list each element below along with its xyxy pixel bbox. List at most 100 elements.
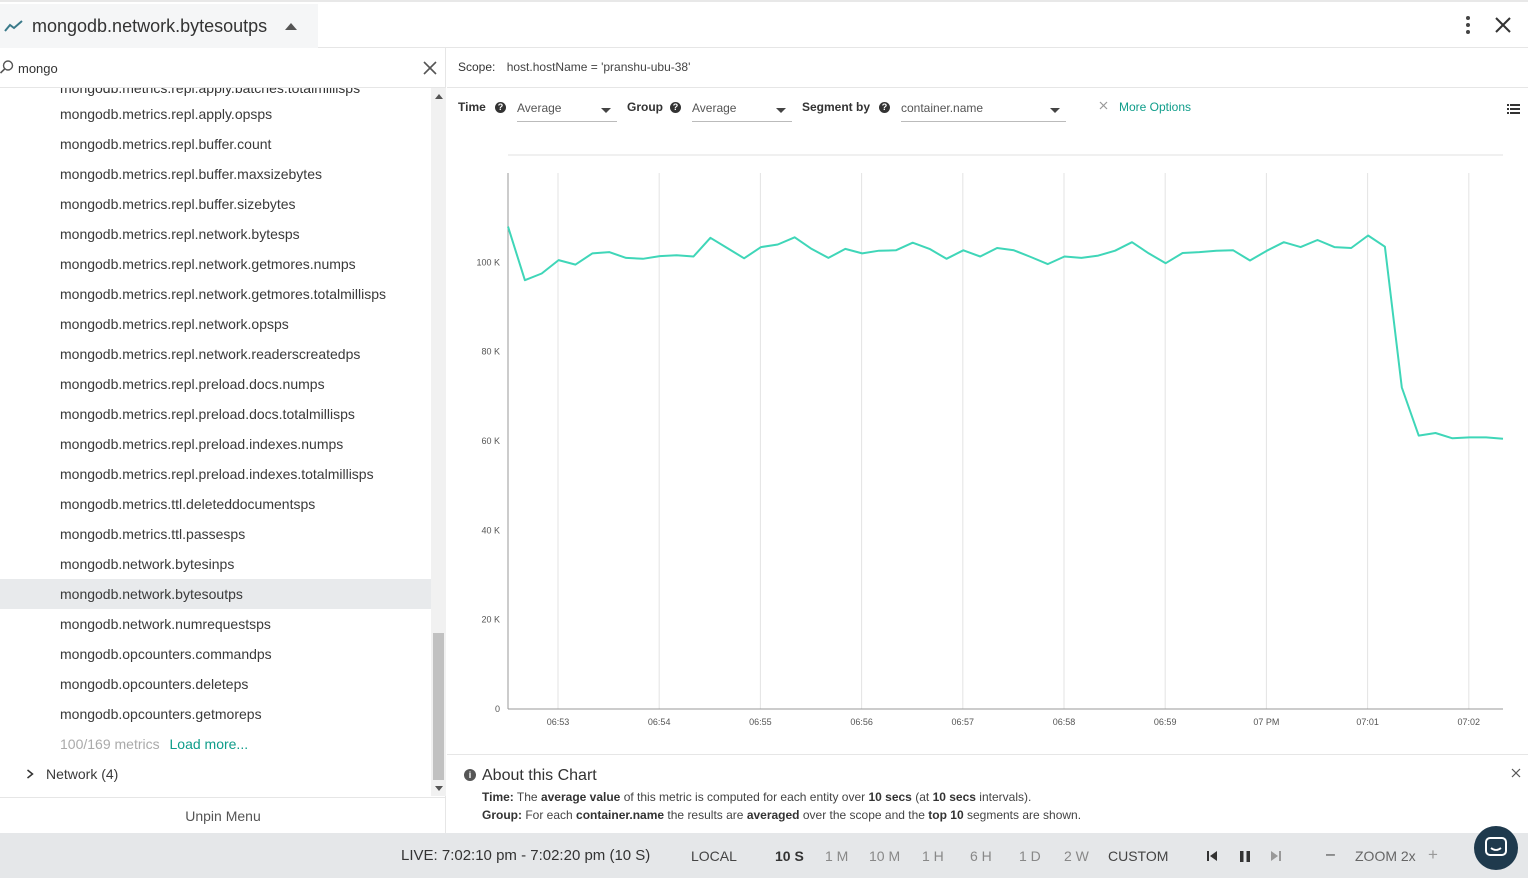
about-text: (at [915,790,930,804]
scope-value[interactable]: host.hostName = 'pranshu-ubu-38' [507,60,691,74]
x-tick-label: 07:02 [1458,717,1481,727]
timezone-local-button[interactable]: LOCAL [691,848,737,864]
x-tick-label: 06:59 [1154,717,1177,727]
metric-title-tab[interactable]: mongodb.network.bytesoutps [0,4,318,48]
about-text: the results are [667,808,744,822]
list-item[interactable]: mongodb.metrics.repl.buffer.count [0,129,431,159]
list-item[interactable]: mongodb.opcounters.getmoreps [0,699,431,729]
scroll-thumb[interactable] [433,633,444,780]
list-item[interactable]: mongodb.metrics.repl.preload.indexes.tot… [0,459,431,489]
trend-line-icon [4,20,23,32]
caret-up-icon[interactable] [285,22,298,30]
kebab-menu-icon[interactable] [1462,16,1474,36]
y-tick-label: 20 K [481,615,500,625]
list-item[interactable]: mongodb.metrics.ttl.deleteddocumentsps [0,489,431,519]
clear-icon[interactable] [423,61,437,75]
load-more-row: 100/169 metrics Load more... [60,729,248,759]
list-item[interactable]: mongodb.metrics.repl.network.opsps [0,309,431,339]
help-icon[interactable]: ? [670,102,681,113]
about-text: segments are shown. [966,808,1082,822]
pause-icon[interactable] [1240,851,1250,862]
x-tick-label: 06:55 [749,717,772,727]
range-1d-button[interactable]: 1 D [1019,848,1041,864]
clear-segment-icon[interactable] [1099,101,1108,110]
y-tick-label: 40 K [481,525,500,535]
about-text: over the scope and the [802,808,925,822]
help-icon[interactable]: ? [879,102,890,113]
group-network[interactable]: Network (4) [0,759,431,789]
list-item[interactable]: mongodb.metrics.ttl.passesps [0,519,431,549]
range-1m-button[interactable]: 1 M [825,848,848,864]
time-aggregation-select[interactable]: Average [517,96,617,122]
list-item[interactable]: mongodb.metrics.repl.buffer.sizebytes [0,189,431,219]
list-item[interactable]: mongodb.metrics.repl.preload.indexes.num… [0,429,431,459]
scroll-down-icon[interactable] [435,786,443,791]
scroll-up-icon[interactable] [435,94,443,99]
sidebar-scrollbar[interactable] [431,88,446,796]
segment-by-select[interactable]: container.name [901,96,1066,122]
group-label: Network (4) [46,766,119,782]
range-6h-button[interactable]: 6 H [970,848,992,864]
chat-launcher-button[interactable] [1474,826,1518,870]
skip-forward-icon[interactable] [1271,851,1282,861]
about-time-line: Time: The average value of this metric i… [482,790,1031,804]
range-custom-button[interactable]: CUSTOM [1108,848,1168,864]
list-item[interactable]: mongodb.opcounters.deleteps [0,669,431,699]
about-chart-panel: i About this Chart Time: The average val… [447,754,1528,834]
segment-by-value: container.name [901,101,984,115]
info-icon: i [464,769,476,781]
range-2w-button[interactable]: 2 W [1064,848,1089,864]
about-text: For each [525,808,573,822]
series-line[interactable] [507,226,1504,440]
range-10s-button[interactable]: 10 S [775,848,804,864]
chat-icon [1485,837,1507,856]
list-item[interactable]: mongodb.metrics.repl.network.bytesps [0,219,431,249]
close-icon[interactable] [1494,16,1512,34]
about-emph: average value [540,790,621,804]
list-item[interactable]: mongodb.metrics.repl.preload.docs.numps [0,369,431,399]
skip-back-icon[interactable] [1207,851,1218,861]
help-icon[interactable]: ? [495,102,506,113]
group-aggregation-value: Average [692,101,737,115]
segment-by-label: Segment by [802,100,871,114]
dropdown-arrow-icon [1050,108,1060,113]
about-text: of this metric is computed for each enti… [623,790,866,804]
time-range-bar: LIVE: 7:02:10 pm - 7:02:20 pm (10 S) LOC… [0,826,1528,878]
list-item[interactable]: mongodb.metrics.repl.apply.opsps [0,99,431,129]
unpin-menu-button[interactable]: Unpin Menu [0,797,446,833]
group-aggregation-select[interactable]: Average [692,96,792,122]
list-item[interactable]: mongodb.metrics.repl.preload.docs.totalm… [0,399,431,429]
x-tick-label: 06:58 [1053,717,1076,727]
close-about-icon[interactable] [1511,768,1521,778]
about-emph: container.name [576,808,665,822]
list-item[interactable]: mongodb.metrics.repl.network.getmores.to… [0,279,431,309]
zoom-level: ZOOM 2x [1355,848,1416,864]
range-1h-button[interactable]: 1 H [922,848,944,864]
group-label: Group [627,100,663,114]
list-item[interactable]: mongodb.metrics.repl.buffer.maxsizebytes [0,159,431,189]
legend-list-icon[interactable] [1507,104,1520,114]
about-text: intervals). [979,790,1032,804]
metric-list: mongodb.metrics.repl.apply.batches.total… [0,88,431,796]
y-tick-label: 0 [495,704,500,714]
more-options-link[interactable]: More Options [1119,100,1191,114]
line-chart[interactable]: 0 20 K 40 K 60 K 80 K 100 K 06:53 06:54 06:55 06… [447,148,1528,753]
metric-search [0,48,446,88]
metrics-sidebar: mongodb.metrics.repl.apply.batches.total… [0,48,446,833]
x-tick-label: 07:01 [1356,717,1379,727]
list-item[interactable]: mongodb.metrics.repl.network.getmores.nu… [0,249,431,279]
x-tick-label: 06:53 [547,717,570,727]
zoom-in-button[interactable]: + [1428,845,1438,865]
chart-controls: Time ? Average Group ? Average Segment b… [458,96,1520,126]
list-item[interactable]: mongodb.metrics.repl.apply.batches.total… [60,88,360,96]
load-more-link[interactable]: Load more... [170,736,249,752]
list-item[interactable]: mongodb.opcounters.commandps [0,639,431,669]
list-item[interactable]: mongodb.metrics.repl.network.readerscrea… [0,339,431,369]
about-emph: 10 secs [868,790,912,804]
range-10m-button[interactable]: 10 M [869,848,900,864]
list-item[interactable]: mongodb.network.bytesoutps [0,579,431,609]
search-input[interactable] [18,58,398,78]
zoom-out-button[interactable]: – [1326,846,1335,864]
list-item[interactable]: mongodb.network.numrequestsps [0,609,431,639]
list-item[interactable]: mongodb.network.bytesinps [0,549,431,579]
